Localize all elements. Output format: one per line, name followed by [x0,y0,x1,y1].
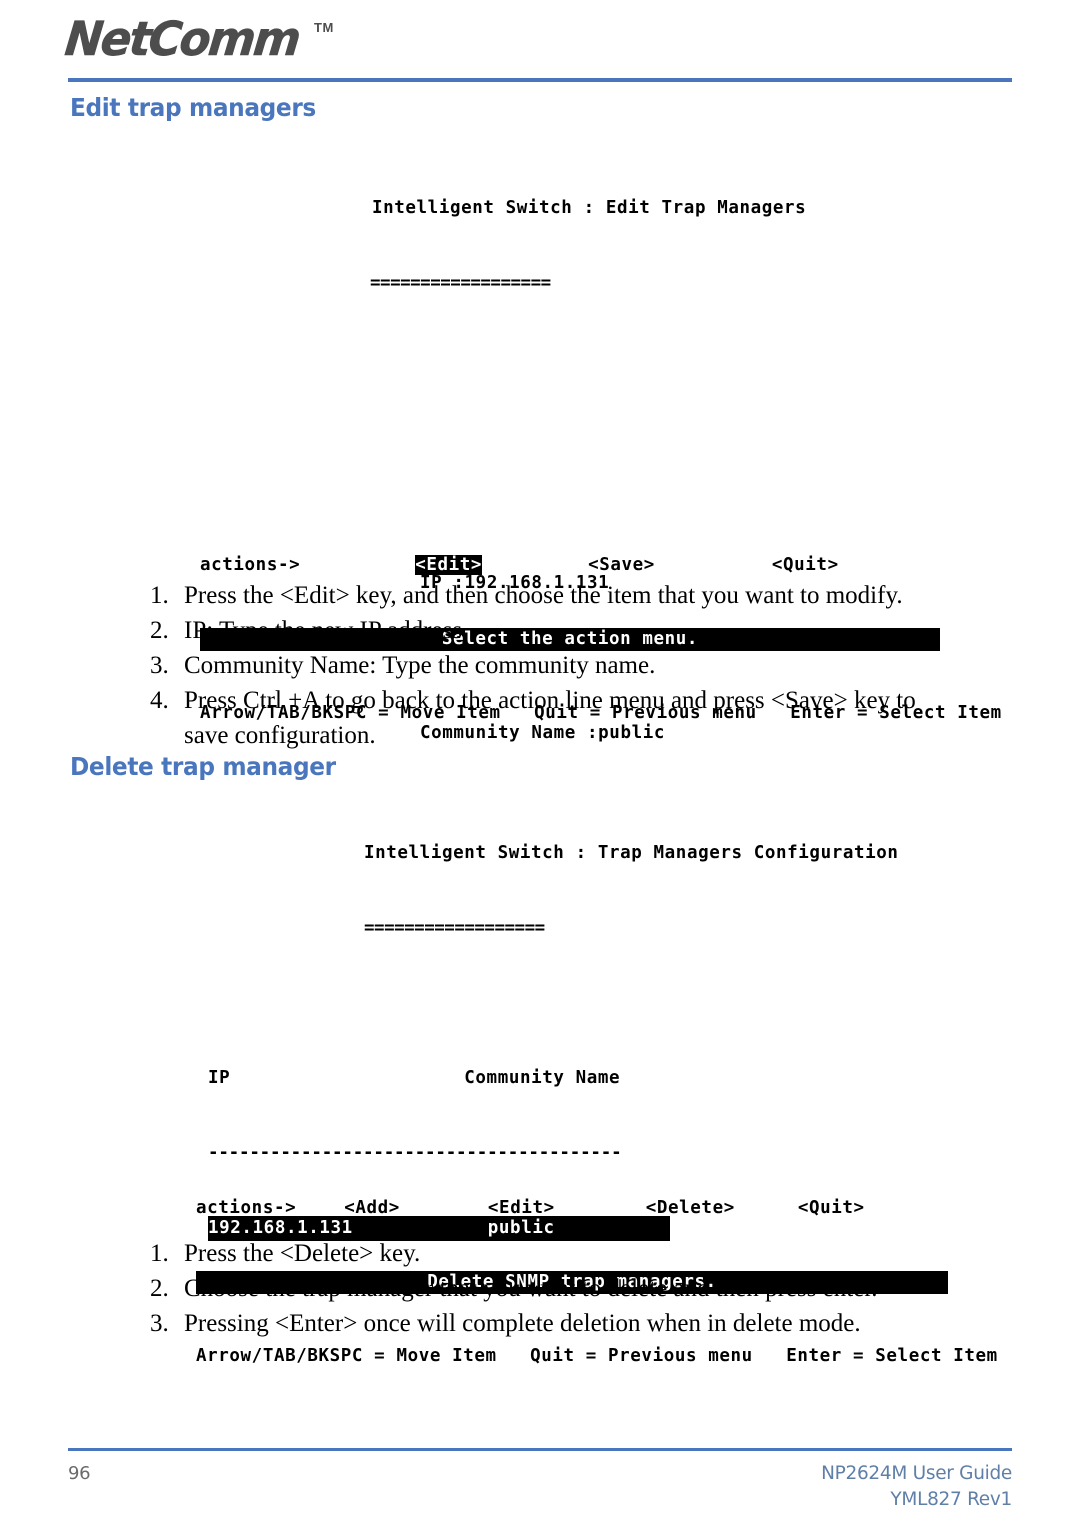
footer-rule [68,1448,1012,1451]
list-item: 2. Choose the trap manager that you want… [132,1271,932,1306]
netcomm-logo: NetComm TM [62,12,1012,76]
column-header-ip: IP [208,1068,231,1088]
list-item: 3. Community Name: Type the community na… [132,648,932,683]
list-item-number: 2. [150,617,169,644]
list-item-text: Community Name: Type the community name. [184,652,656,679]
action-quit-button[interactable]: <Quit> [798,1198,865,1218]
list-item: 1. Press the <Edit> key, and then choose… [132,578,932,613]
instruction-list-edit: 1. Press the <Edit> key, and then choose… [132,578,932,753]
action-menu-row: actions-> <Edit> <Save> <Quit> [200,553,960,578]
actions-prefix-label: actions-> [196,1198,297,1218]
list-item-text: Pressing <Enter> once will complete dele… [184,1310,861,1337]
terminal-title-underline: ================== [364,918,545,938]
footer-guide-title: NP2624M User Guide [821,1463,1012,1484]
terminal-title: Intelligent Switch : Trap Managers Confi… [364,843,899,863]
list-item-text: Press the <Delete> key. [184,1240,421,1267]
terminal-title-underline: ================== [370,273,551,293]
list-item-number: 1. [150,1240,169,1267]
page-number: 96 [68,1463,91,1484]
action-edit-button[interactable]: <Edit> [415,555,483,575]
action-save-button[interactable]: <Save> [588,555,655,575]
terminal-key-hints: Arrow/TAB/BKSPC = Move Item Quit = Previ… [196,1346,998,1366]
document-page: NetComm TM Edit trap managers Intelligen… [0,0,1080,1532]
terminal-title: Intelligent Switch : Edit Trap Managers [372,198,807,218]
list-item-text: IP: Type the new IP address [184,617,463,644]
action-quit-button[interactable]: <Quit> [772,555,839,575]
section-heading-edit-trap-managers: Edit trap managers [70,93,316,122]
list-item-number: 4. [150,687,169,714]
trademark-symbol: TM [314,20,334,35]
page-header: NetComm TM [62,12,1012,84]
action-delete-button[interactable]: <Delete> [646,1198,735,1218]
action-menu-row: actions-> <Add> <Edit> <Delete> <Quit> [196,1196,956,1221]
column-header-community-name: Community Name [464,1068,621,1088]
footer-revision: YML827 Rev1 [890,1489,1012,1510]
action-add-button[interactable]: <Add> [344,1198,400,1218]
list-item: 4. Press Ctrl +A to go back to the actio… [132,683,932,753]
list-item-text: Press the <Edit> key, and then choose th… [184,582,903,609]
header-rule [68,78,1012,82]
list-item-number: 1. [150,582,169,609]
footer-document-info: NP2624M User Guide YML827 Rev1 [512,1461,1012,1513]
list-item-text: Press Ctrl +A to go back to the action l… [184,687,916,749]
actions-prefix-label: actions-> [200,555,301,575]
action-edit-button[interactable]: <Edit> [488,1198,555,1218]
instruction-list-delete: 1. Press the <Delete> key. 2. Choose the… [132,1236,932,1341]
list-item-text: Choose the trap manager that you want to… [184,1275,878,1302]
logo-wordmark: NetComm [62,12,302,68]
list-item: 2. IP: Type the new IP address [132,613,932,648]
list-item-number: 3. [150,1310,169,1337]
section-heading-delete-trap-manager: Delete trap manager [70,752,336,781]
list-item-number: 2. [150,1275,169,1302]
terminal-table-header: IP Community Name [208,1066,1040,1091]
list-item: 1. Press the <Delete> key. [132,1236,932,1271]
list-item-number: 3. [150,652,169,679]
list-item: 3. Pressing <Enter> once will complete d… [132,1306,932,1341]
